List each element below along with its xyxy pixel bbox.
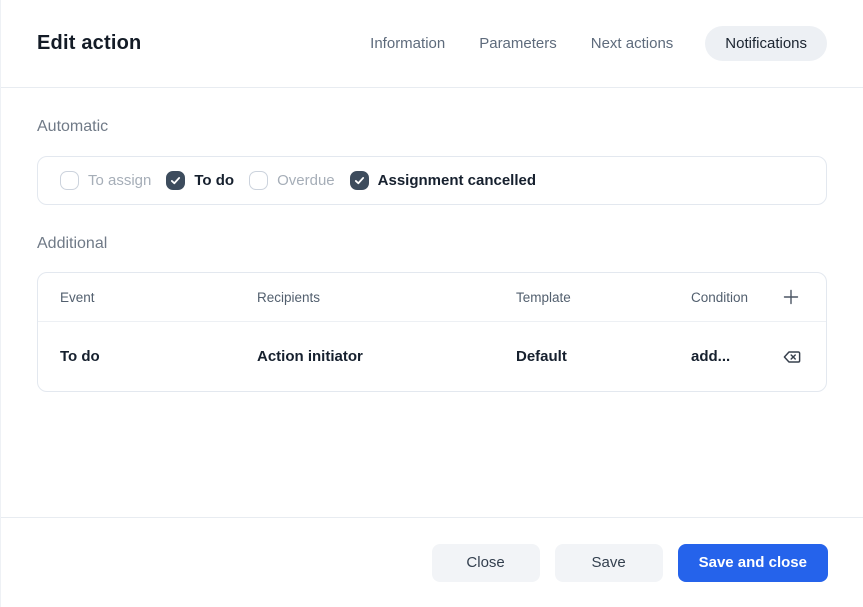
- additional-notifications-table: Event Recipients Template Condition To d…: [37, 272, 827, 392]
- close-button[interactable]: Close: [431, 543, 540, 582]
- save-button[interactable]: Save: [554, 543, 663, 582]
- column-recipients: Recipients: [257, 289, 321, 305]
- checkbox-overdue[interactable]: Overdue: [249, 171, 335, 190]
- checkbox-assignment-cancelled[interactable]: Assignment cancelled: [349, 171, 537, 190]
- table-header-row: Event Recipients Template Condition: [38, 273, 826, 322]
- column-event: Event: [60, 289, 95, 305]
- checkbox-label: Assignment cancelled: [377, 172, 537, 189]
- column-template: Template: [516, 289, 571, 305]
- dialog-body: Automatic To assign To do Overdue Assign…: [1, 88, 863, 517]
- checkbox-box: [166, 171, 186, 190]
- save-and-close-button[interactable]: Save and close: [677, 543, 828, 582]
- tab-information[interactable]: Information: [370, 26, 445, 61]
- check-icon: [354, 177, 364, 185]
- add-row-button[interactable]: [778, 284, 804, 310]
- checkbox-box: [349, 171, 369, 190]
- cell-recipients[interactable]: Action initiator: [257, 348, 516, 365]
- cell-event[interactable]: To do: [60, 348, 257, 365]
- cell-condition[interactable]: add...: [691, 348, 778, 365]
- dialog-header: Edit action Information Parameters Next …: [1, 0, 863, 88]
- checkbox-box: [60, 171, 79, 190]
- checkbox-box: [249, 171, 269, 190]
- table-row: To do Action initiator Default add...: [38, 322, 826, 391]
- tab-bar: Information Parameters Next actions Noti…: [370, 26, 827, 61]
- additional-section-label: Additional: [37, 235, 108, 252]
- column-condition: Condition: [691, 289, 749, 305]
- check-icon: [171, 177, 181, 185]
- delete-row-button[interactable]: [778, 344, 804, 370]
- page-title: Edit action: [37, 32, 142, 54]
- tab-parameters[interactable]: Parameters: [479, 26, 557, 61]
- edit-action-dialog: Edit action Information Parameters Next …: [0, 0, 863, 607]
- checkbox-to-assign[interactable]: To assign: [60, 171, 151, 190]
- automatic-events-group: To assign To do Overdue Assignment cance…: [37, 156, 827, 205]
- checkbox-label: To assign: [88, 172, 152, 189]
- backspace-icon: [783, 350, 801, 363]
- checkbox-label: To do: [194, 172, 235, 189]
- dialog-footer: Close Save Save and close: [1, 517, 863, 607]
- checkbox-label: Overdue: [277, 172, 335, 189]
- checkbox-to-do[interactable]: To do: [166, 171, 234, 190]
- tab-notifications[interactable]: Notifications: [705, 26, 827, 61]
- tab-next-actions[interactable]: Next actions: [591, 26, 674, 61]
- automatic-section-label: Automatic: [37, 118, 109, 135]
- cell-template[interactable]: Default: [516, 348, 691, 365]
- plus-icon: [783, 289, 799, 305]
